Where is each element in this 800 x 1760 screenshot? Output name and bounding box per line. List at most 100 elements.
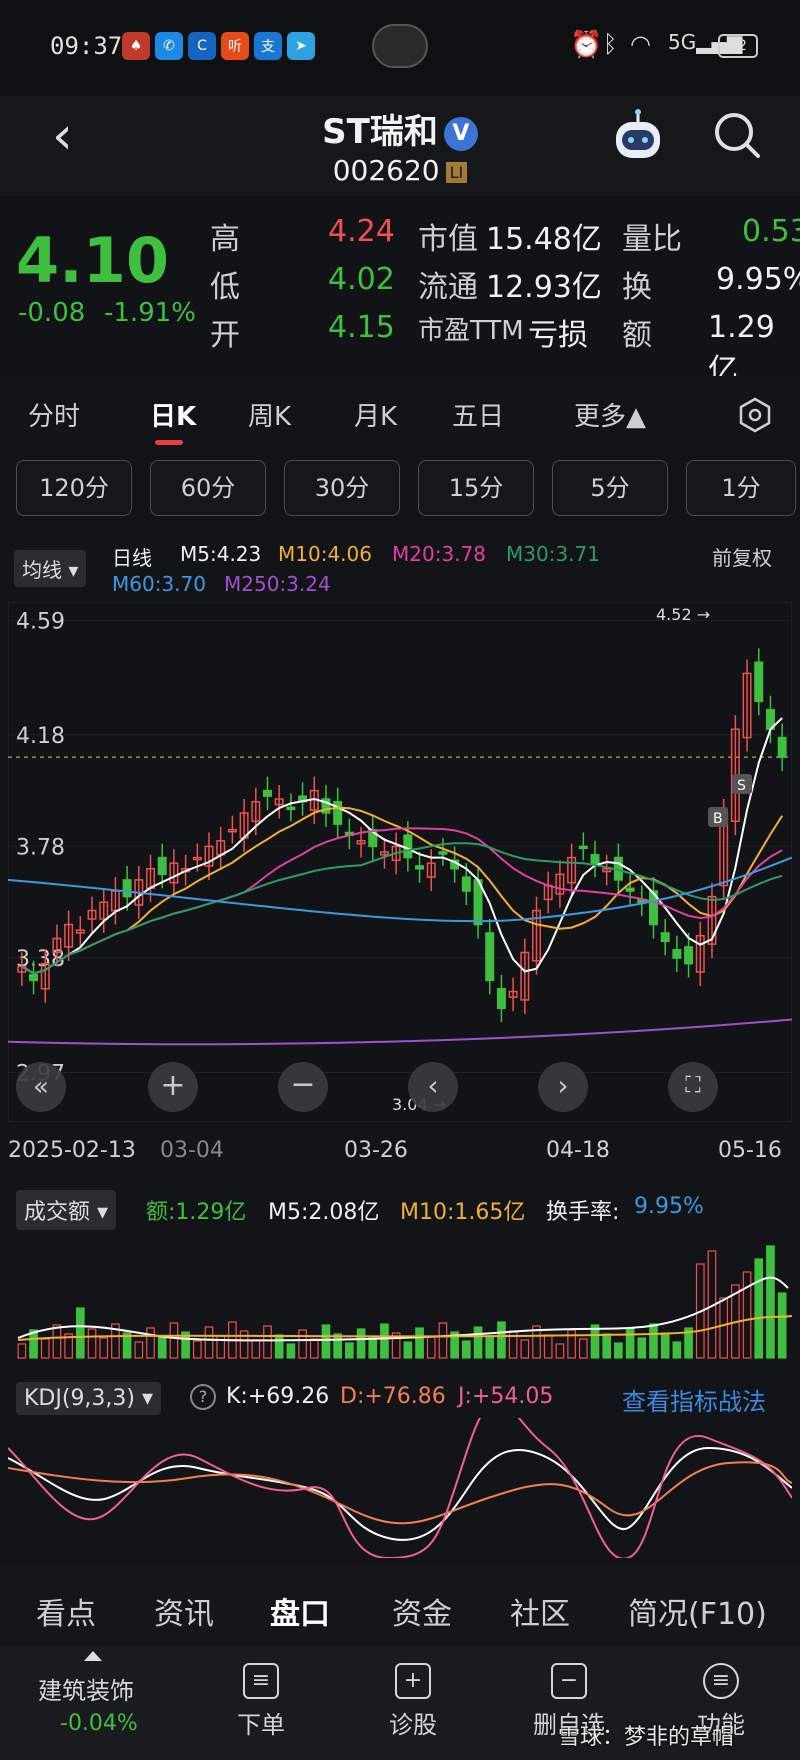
turnover-value: 9.95% bbox=[716, 262, 800, 297]
turnover-label: 换 bbox=[622, 270, 652, 305]
float-value: 12.93亿 bbox=[486, 270, 602, 305]
candle-body bbox=[777, 736, 787, 758]
diagnose-label: 诊股 bbox=[389, 1711, 437, 1739]
tab-more[interactable]: 更多▲ bbox=[574, 396, 646, 433]
adjust-label[interactable]: 前复权 bbox=[712, 542, 772, 571]
volume-bar bbox=[146, 1327, 155, 1359]
candle-body bbox=[590, 854, 600, 864]
bottom-nav: 建筑装饰 -0.04% ≡ 下单 + 诊股 − 删自选 ≡ 功能 雪球：梦非的草帽 bbox=[0, 1645, 800, 1760]
stock-code: 002620 bbox=[332, 154, 440, 187]
tab-community[interactable]: 社区 bbox=[510, 1589, 570, 1633]
tab-profile[interactable]: 简况(F10) bbox=[628, 1589, 767, 1633]
tab-1min[interactable]: 1分 bbox=[686, 460, 796, 516]
volume-bar bbox=[649, 1323, 658, 1359]
price-change: -0.08 bbox=[18, 298, 86, 328]
tab-highlights[interactable]: 看点 bbox=[36, 1589, 96, 1633]
zoom-in-icon[interactable]: + bbox=[148, 1062, 198, 1112]
volume-bar bbox=[485, 1335, 495, 1359]
volume-m10: M10:1.65亿 bbox=[400, 1200, 526, 1225]
remove-icon: − bbox=[551, 1663, 587, 1699]
bluetooth-icon: ᛒ bbox=[603, 30, 618, 58]
status-bar: 09:37 ♠ ✆ C 听 支 ➤ ⏰ ᛒ ◠ 5G▂▄▆ 72 bbox=[0, 0, 800, 96]
detail-tabs: 看点 资讯 盘口 资金 社区 简况(F10) bbox=[0, 1565, 800, 1645]
robot-icon[interactable] bbox=[608, 108, 668, 168]
volume-bar bbox=[438, 1322, 448, 1359]
tab-30min[interactable]: 30分 bbox=[284, 460, 400, 516]
sector-name[interactable]: 建筑装饰 bbox=[38, 1671, 134, 1706]
scroll-right-icon[interactable]: › bbox=[538, 1062, 588, 1112]
volume-turnover: 9.95% bbox=[634, 1194, 704, 1219]
volume-select[interactable]: 成交额 ▾ bbox=[16, 1190, 117, 1230]
x-tick-3: 04-18 bbox=[546, 1138, 610, 1163]
diagnose-icon: + bbox=[395, 1663, 431, 1699]
volume-bar bbox=[17, 1343, 27, 1359]
listen-app-icon: 听 bbox=[221, 32, 249, 60]
wifi-icon: ◠ bbox=[630, 30, 651, 58]
tab-news[interactable]: 资讯 bbox=[154, 1589, 214, 1633]
current-price: 4.10 bbox=[16, 224, 169, 297]
tab-order-book[interactable]: 盘口 bbox=[270, 1589, 330, 1633]
candle-body bbox=[684, 946, 694, 965]
volume-bar bbox=[590, 1324, 600, 1359]
candle-body bbox=[660, 932, 670, 943]
candle-body bbox=[286, 806, 296, 811]
tab-monthly-k[interactable]: 月K bbox=[354, 396, 397, 433]
stock-title: ST瑞和 V bbox=[0, 104, 800, 153]
volume-bar bbox=[368, 1337, 378, 1359]
sector-change: -0.04% bbox=[60, 1711, 138, 1736]
tab-capital[interactable]: 资金 bbox=[392, 1589, 452, 1633]
fullscreen-icon[interactable]: ⛶ bbox=[668, 1062, 718, 1112]
chevron-down-icon: ▾ bbox=[97, 1200, 109, 1225]
candle-body bbox=[438, 851, 448, 855]
tab-120min[interactable]: 120分 bbox=[16, 460, 132, 516]
volume-bar bbox=[625, 1328, 635, 1359]
volume-bar bbox=[602, 1333, 612, 1359]
volume-bar bbox=[134, 1341, 144, 1359]
tab-intraday[interactable]: 分时 bbox=[28, 396, 80, 433]
candle-body bbox=[578, 845, 588, 850]
ma10-value: M10:4.06 bbox=[278, 542, 372, 566]
candle-body bbox=[485, 932, 495, 982]
indicator-strategy-link[interactable]: 查看指标战法 bbox=[622, 1382, 766, 1417]
volume-bar bbox=[473, 1326, 483, 1359]
ma30-value: M30:3.71 bbox=[506, 542, 600, 566]
zoom-out-icon[interactable]: − bbox=[278, 1062, 328, 1112]
stock-code-row: 002620 LI bbox=[0, 154, 800, 187]
search-icon[interactable] bbox=[712, 110, 764, 162]
tab-5min[interactable]: 5分 bbox=[552, 460, 668, 516]
volume-bar bbox=[52, 1324, 62, 1359]
hexagon-settings-icon[interactable] bbox=[736, 396, 774, 434]
app-screen: 09:37 ♠ ✆ C 听 支 ➤ ⏰ ᛒ ◠ 5G▂▄▆ 72 ‹ ST瑞和 V… bbox=[0, 0, 800, 1760]
help-icon[interactable]: ? bbox=[190, 1384, 216, 1410]
kline-chart[interactable]: 4.594.183.783.382.97 4.52 →3.04 →SB bbox=[8, 602, 792, 1122]
tab-weekly-k[interactable]: 周K bbox=[248, 396, 291, 433]
order-button[interactable]: ≡ 下单 bbox=[206, 1663, 316, 1740]
volume-bar bbox=[345, 1342, 354, 1359]
indicator-select[interactable]: 均线 ▾ bbox=[14, 550, 87, 587]
skip-back-icon[interactable]: « bbox=[16, 1062, 66, 1112]
kdj-select[interactable]: KDJ(9,3,3) ▾ bbox=[16, 1382, 162, 1415]
low-label: 低 bbox=[210, 270, 240, 305]
tab-60min[interactable]: 60分 bbox=[150, 460, 266, 516]
ma250-value: M250:3.24 bbox=[224, 572, 331, 596]
tab-15min[interactable]: 15分 bbox=[418, 460, 534, 516]
battery-icon: 72 bbox=[718, 34, 758, 58]
tab-five-day[interactable]: 五日 bbox=[452, 396, 504, 433]
kdj-chart[interactable] bbox=[8, 1418, 792, 1558]
ma5-value: M5:4.23 bbox=[180, 542, 262, 566]
kdj-k-line bbox=[8, 1446, 792, 1541]
volume-chart[interactable] bbox=[8, 1228, 792, 1362]
candle-body bbox=[403, 834, 413, 859]
volume-bar bbox=[380, 1323, 389, 1359]
volume-bar bbox=[286, 1343, 296, 1359]
volume-bar bbox=[555, 1343, 565, 1359]
diagnose-button[interactable]: + 诊股 bbox=[358, 1663, 468, 1740]
high-label: 高 bbox=[210, 222, 240, 257]
x-tick-1: 03-04 bbox=[160, 1138, 224, 1163]
scroll-left-icon[interactable]: ‹ bbox=[408, 1062, 458, 1112]
volume-bar bbox=[99, 1337, 109, 1359]
tab-daily-k[interactable]: 日K bbox=[150, 396, 196, 433]
ma60-value: M60:3.70 bbox=[112, 572, 206, 596]
candle-body bbox=[496, 987, 506, 1010]
float-label: 流通 bbox=[418, 270, 478, 305]
